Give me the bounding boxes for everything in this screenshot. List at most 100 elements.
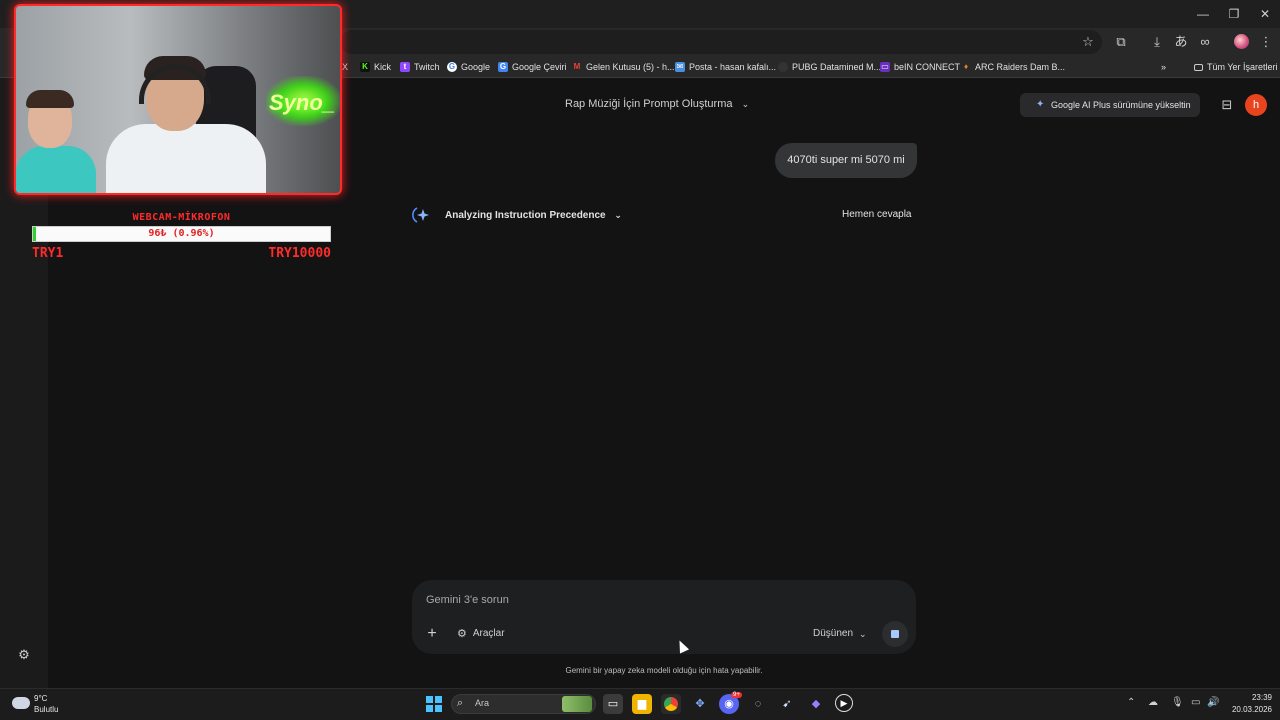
- chevron-down-icon: ⌄: [741, 99, 750, 109]
- cloud-icon[interactable]: [12, 697, 30, 709]
- bookmark-label: beIN CONNECT: [894, 62, 961, 72]
- user-message: 4070ti super mi 5070 mi: [775, 143, 917, 178]
- mail-icon: ✉: [675, 62, 685, 72]
- app-icon[interactable]: ✥: [690, 694, 710, 714]
- windows-start-icon[interactable]: [426, 696, 442, 712]
- close-button[interactable]: ✕: [1250, 4, 1280, 24]
- neon-sign: Syno_: [269, 90, 336, 115]
- restore-button[interactable]: ❐: [1219, 4, 1249, 24]
- bookmark-outlook[interactable]: ✉ Posta - hasan kafalı...: [675, 59, 776, 75]
- stop-button[interactable]: [882, 621, 908, 647]
- bookmark-arc-raiders[interactable]: ♦ ARC Raiders Dam B...: [961, 59, 1065, 75]
- extensions-icon[interactable]: ⧉: [1110, 31, 1132, 53]
- all-bookmarks-button[interactable]: Tüm Yer İşaretleri: [1194, 59, 1278, 75]
- volume-icon[interactable]: 🔊: [1207, 697, 1219, 708]
- arc-icon: ♦: [963, 62, 969, 71]
- search-placeholder: Ara: [475, 698, 490, 708]
- bookmark-label: PUBG Datamined M...: [792, 62, 882, 72]
- kick-icon: K: [360, 62, 370, 72]
- bookmark-label: Kick: [374, 62, 392, 72]
- menu-icon[interactable]: ⋮: [1255, 31, 1277, 53]
- child-hair: [26, 90, 74, 108]
- google-icon: G: [447, 62, 457, 72]
- bookmark-twitch[interactable]: t Twitch: [400, 59, 440, 75]
- tools-label: Araçlar: [472, 628, 505, 639]
- bookmark-label: ARC Raiders Dam B...: [975, 62, 1066, 72]
- tools-button[interactable]: ⚙ Araçlar: [457, 626, 505, 642]
- chevron-right-icon: »: [1161, 62, 1167, 72]
- stop-icon: [891, 630, 899, 638]
- bookmark-label: X: [342, 62, 349, 72]
- task-view-icon[interactable]: ▭: [603, 694, 623, 714]
- goal-progress-text: 96₺ (0.96%): [148, 228, 215, 239]
- thinking-label-text: Analyzing Instruction Precedence: [445, 210, 606, 221]
- app-icon-3[interactable]: ◆: [806, 694, 826, 714]
- bookmark-google-translate[interactable]: G Google Çeviri: [498, 59, 567, 75]
- bookmark-google[interactable]: G Google: [447, 59, 490, 75]
- bookmarks-overflow-button[interactable]: »: [1161, 59, 1166, 75]
- gmail-icon: M: [573, 62, 581, 71]
- webcam-overlay: Syno_: [14, 4, 342, 195]
- goal-min: TRY1: [32, 246, 64, 261]
- gear-icon[interactable]: ⚙: [17, 648, 31, 662]
- answer-now-button[interactable]: Hemen cevapla: [842, 208, 911, 222]
- bein-icon: ▭: [880, 62, 890, 72]
- prompt-input[interactable]: [426, 591, 806, 609]
- star-icon[interactable]: ☆: [1077, 31, 1099, 53]
- chevron-down-icon: ⌄: [859, 629, 867, 639]
- streamer-body: [106, 124, 266, 193]
- temporary-chat-icon[interactable]: ⊟: [1216, 94, 1238, 116]
- avatar[interactable]: h: [1245, 94, 1267, 116]
- file-explorer-icon[interactable]: ▆: [632, 694, 652, 714]
- mode-label: Düşünen: [813, 628, 854, 639]
- bookmark-bein[interactable]: ▭ beIN CONNECT: [880, 59, 960, 75]
- bookmark-label: Gelen Kutusu (5) - h...: [586, 62, 675, 72]
- microphone-icon[interactable]: 🎙: [1171, 697, 1184, 708]
- upgrade-button[interactable]: ✦ Google AI Plus sürümüne yükseltin: [1020, 93, 1200, 117]
- chevron-down-icon: ⌄: [614, 210, 622, 220]
- twitch-icon: t: [400, 62, 410, 72]
- goal-max: TRY10000: [268, 246, 331, 261]
- mode-selector[interactable]: Düşünen ⌄: [813, 626, 867, 642]
- discord-badge: 9+: [731, 692, 742, 698]
- search-highlight-image: [562, 696, 592, 712]
- child-body: [16, 146, 96, 193]
- bookmark-pubg[interactable]: PUBG Datamined M...: [778, 59, 881, 75]
- chevron-up-icon[interactable]: ⌃: [1127, 697, 1135, 708]
- sparkle-icon: ✦: [1036, 99, 1045, 110]
- address-bar[interactable]: [340, 30, 1102, 54]
- all-bookmarks-label: Tüm Yer İşaretleri: [1207, 62, 1278, 72]
- bookmark-label: Twitch: [414, 62, 440, 72]
- translate-icon[interactable]: あ: [1170, 31, 1192, 53]
- bookmark-label: Google: [461, 62, 491, 72]
- gemini-spinner-icon: [412, 207, 429, 223]
- media-player-icon[interactable]: ▶: [835, 694, 853, 712]
- bookmark-kick[interactable]: K Kick: [360, 59, 391, 75]
- conversation-title-button[interactable]: Rap Müziği İçin Prompt Oluşturma ⌄: [565, 96, 749, 112]
- search-icon: ⌕: [457, 697, 464, 709]
- weather-condition[interactable]: Bulutlu: [34, 705, 58, 714]
- minimize-button[interactable]: —: [1188, 4, 1218, 24]
- translate-icon: G: [498, 62, 508, 72]
- weather-temperature[interactable]: 9°C: [34, 694, 47, 703]
- add-attachment-button[interactable]: +: [423, 624, 441, 644]
- goal-title: WEBCAM-MİKROFON: [132, 212, 231, 223]
- steam-icon[interactable]: ➹: [777, 694, 797, 714]
- chrome-icon[interactable]: [661, 694, 681, 714]
- bookmark-label: Posta - hasan kafalı...: [689, 62, 777, 72]
- network-icon[interactable]: ▭: [1191, 697, 1200, 708]
- clock-date[interactable]: 20.03.2026: [1226, 705, 1272, 714]
- bookmark-x[interactable]: X: [342, 59, 348, 75]
- bookmark-label: Google Çeviri: [512, 62, 567, 72]
- download-icon[interactable]: ⤓: [1146, 31, 1168, 53]
- tools-icon: ⚙: [457, 628, 467, 640]
- profile-icon[interactable]: [1234, 34, 1249, 49]
- cloud-sync-icon[interactable]: ☁: [1148, 697, 1158, 708]
- link-icon[interactable]: ∞: [1194, 31, 1216, 53]
- app-icon-2[interactable]: ◌: [748, 694, 768, 714]
- clock-time[interactable]: 23:39: [1236, 693, 1272, 702]
- thinking-toggle[interactable]: Analyzing Instruction Precedence ⌄: [445, 208, 622, 223]
- folder-icon: [1194, 63, 1203, 71]
- bookmark-gmail[interactable]: M Gelen Kutusu (5) - h...: [572, 59, 675, 75]
- conversation-title: Rap Müziği İçin Prompt Oluşturma: [565, 98, 733, 110]
